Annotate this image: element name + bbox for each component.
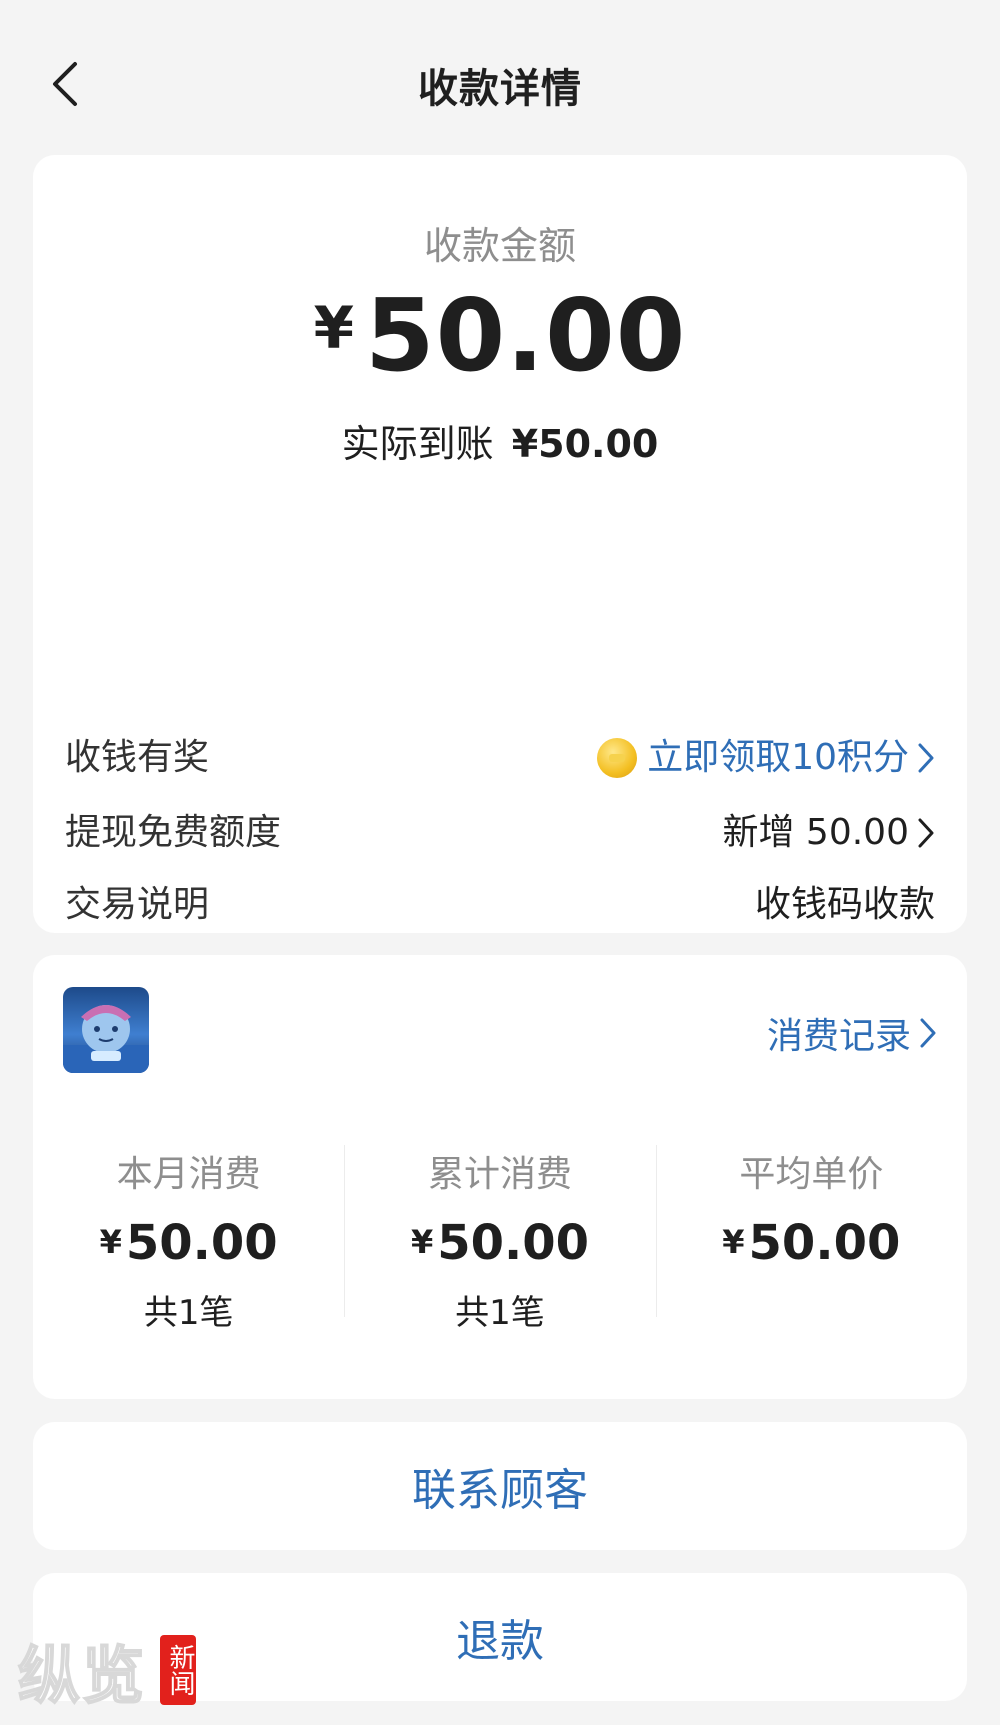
- watermark: 纵览 新闻: [17, 1630, 197, 1713]
- chevron-right-icon: [920, 1018, 936, 1048]
- stat-count: 共1笔: [455, 1293, 545, 1333]
- reward-value: 立即领取10积分: [647, 737, 909, 778]
- free-quota-label: 提现免费额度: [65, 812, 282, 853]
- currency-symbol: ¥: [313, 294, 356, 362]
- coin-icon: [597, 738, 638, 778]
- stat-value: ¥50.00: [344, 1215, 655, 1271]
- amount-value: ¥50.00: [33, 277, 967, 394]
- stat-currency: ¥: [99, 1223, 122, 1261]
- consumption-stats: 本月消费 ¥50.00 共1笔 累计消费 ¥50.00 共1笔 平均单价 ¥50…: [33, 1145, 967, 1333]
- consumption-records-label: 消费记录: [766, 1016, 911, 1057]
- amount-number: 50.00: [365, 277, 687, 394]
- chevron-right-icon: [918, 743, 934, 773]
- free-quota-link[interactable]: 新增 50.00: [722, 805, 935, 861]
- consumption-records-link[interactable]: 消费记录: [767, 1007, 937, 1059]
- transaction-desc-value: 收钱码收款: [754, 884, 935, 925]
- header: 收款详情: [0, 0, 1000, 160]
- watermark-text: 纵览: [17, 1638, 147, 1713]
- stat-amount: 50.00: [125, 1215, 278, 1271]
- refund-label: 退款: [456, 1616, 544, 1667]
- reward-link[interactable]: 立即领取10积分: [597, 730, 935, 786]
- stat-currency: ¥: [410, 1223, 434, 1261]
- page: 收款详情 收款金额 ¥50.00 实际到账 ¥50.00 收钱有奖 立即领取10积…: [0, 0, 1000, 1725]
- customer-card: 消费记录 本月消费 ¥50.00 共1笔 累计消费 ¥50.00 共1笔 平均单…: [33, 955, 967, 1399]
- free-quota-value: 新增 50.00: [722, 812, 909, 853]
- stat-title: 累计消费: [427, 1154, 572, 1195]
- stat-title: 本月消费: [116, 1154, 261, 1195]
- stat-amount: 50.00: [437, 1215, 590, 1271]
- watermark-badge: 新闻: [160, 1635, 197, 1705]
- stat-count: 共1笔: [143, 1293, 234, 1333]
- contact-customer-button[interactable]: 联系顾客: [33, 1422, 967, 1550]
- stat-total: 累计消费 ¥50.00 共1笔: [344, 1145, 655, 1333]
- actual-received: 实际到账 ¥50.00: [33, 413, 967, 468]
- reward-label: 收钱有奖: [65, 737, 210, 778]
- stat-value: ¥50.00: [33, 1215, 344, 1271]
- transaction-desc-label: 交易说明: [65, 884, 210, 925]
- amount-label: 收款金额: [423, 224, 576, 268]
- payment-summary-card: 收款金额 ¥50.00 实际到账 ¥50.00 收钱有奖 立即领取10积分 提现免…: [33, 155, 967, 1035]
- stat-monthly: 本月消费 ¥50.00 共1笔: [33, 1145, 344, 1333]
- chevron-right-icon: [918, 818, 934, 848]
- stat-currency: ¥: [722, 1223, 745, 1261]
- transaction-desc-row: 交易说明 收钱码收款: [65, 877, 935, 933]
- stat-title: 平均单价: [739, 1154, 884, 1195]
- actual-received-label: 实际到账: [341, 422, 494, 466]
- contact-customer-label: 联系顾客: [412, 1465, 588, 1516]
- reward-row: 收钱有奖 立即领取10积分: [65, 730, 935, 786]
- avatar-image: [63, 1005, 149, 1073]
- avatar[interactable]: [63, 987, 149, 1073]
- free-quota-row: 提现免费额度 新增 50.00: [65, 805, 935, 861]
- stat-amount: 50.00: [748, 1215, 901, 1271]
- stat-average: 平均单价 ¥50.00: [655, 1145, 967, 1325]
- stat-value: ¥50.00: [656, 1215, 967, 1271]
- actual-received-value: ¥50.00: [511, 422, 659, 466]
- page-title: 收款详情: [418, 66, 582, 112]
